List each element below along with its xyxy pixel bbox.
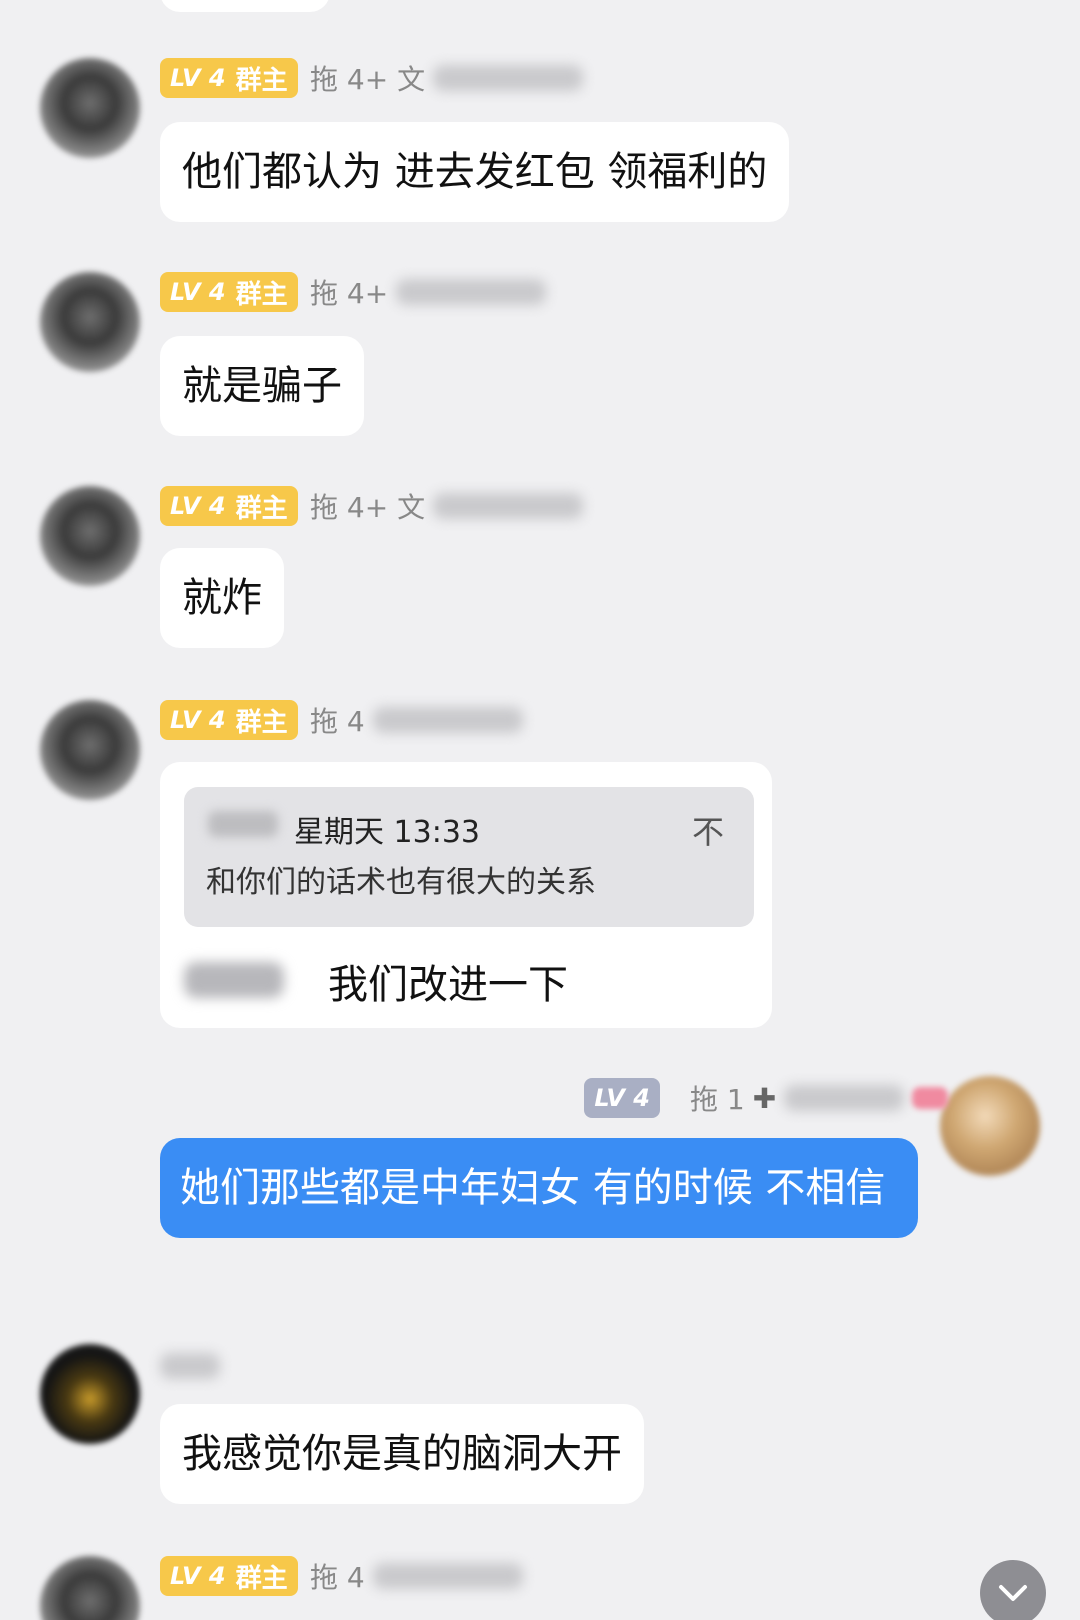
message-text: 他们都认为 进去发红包 领福利的 <box>182 149 768 195</box>
sender-name-text: 拖 4+ 文 <box>310 491 426 524</box>
level-badge: LV 4 群主 <box>160 486 298 526</box>
quoted-message[interactable]: 星期天 13:33 不 和你们的话术也有很大的关系 <box>184 787 754 927</box>
quoted-sender-name <box>208 811 278 837</box>
level-label: LV 4 <box>170 706 226 734</box>
self-avatar[interactable] <box>940 1076 1040 1176</box>
quoted-time: 星期天 13:33 <box>294 815 480 850</box>
role-label: 群主 <box>235 707 288 738</box>
reply-text: 我们改进一下 <box>328 962 568 1008</box>
level-label: LV 4 <box>170 1562 226 1590</box>
sender-name-text: 拖 4 <box>310 1561 365 1594</box>
blurred-name <box>433 493 584 519</box>
self-name-text: 拖 1 <box>690 1083 745 1116</box>
blurred-name <box>784 1085 905 1111</box>
message-text: 她们那些都是中年妇女 有的时候 不相信 <box>180 1165 886 1211</box>
sender-name-text: 拖 4+ 文 <box>310 63 426 96</box>
level-badge: LV 4 群主 <box>160 58 298 98</box>
sender-name: 拖 4+ 文 <box>310 486 584 526</box>
level-label: LV 4 <box>170 64 226 92</box>
sender-avatar[interactable] <box>40 1344 140 1444</box>
message-bubble[interactable]: 就是骗子 <box>160 336 364 436</box>
level-label: LV 4 <box>170 492 226 520</box>
message-text: 就炸 <box>182 575 262 621</box>
plus-icon: ✚ <box>752 1081 777 1115</box>
blurred-name <box>372 1563 523 1589</box>
blurred-name <box>433 65 584 91</box>
message-text: 就是骗子 <box>182 363 342 409</box>
blurred-name <box>396 279 547 305</box>
level-badge: LV 4 群主 <box>160 272 298 312</box>
previous-message-bubble <box>160 0 330 12</box>
sender-avatar[interactable] <box>40 58 140 158</box>
role-label: 群主 <box>235 65 288 96</box>
blurred-name <box>372 707 523 733</box>
blurred-name <box>160 1353 220 1379</box>
level-badge: LV 4 群主 <box>160 1556 298 1596</box>
chevron-down-icon <box>999 1585 1027 1601</box>
level-label: LV 4 <box>594 1084 650 1112</box>
sender-avatar[interactable] <box>40 700 140 800</box>
scroll-to-bottom-button[interactable] <box>980 1560 1046 1620</box>
quote-collapse-icon[interactable]: 不 <box>692 807 724 853</box>
sender-name: 拖 4+ 文 <box>310 58 584 98</box>
message-bubble[interactable]: 他们都认为 进去发红包 领福利的 <box>160 122 790 222</box>
level-badge: LV 4 群主 <box>160 700 298 740</box>
sender-name: 拖 4 <box>310 1556 523 1596</box>
message-bubble[interactable]: 就炸 <box>160 548 284 648</box>
sender-avatar[interactable] <box>40 486 140 586</box>
sender-name-text: 拖 4+ <box>310 277 389 310</box>
reply-mention-name <box>184 962 284 998</box>
sender-name: 拖 4+ <box>310 272 547 312</box>
self-name: 拖 1 ✚ <box>690 1078 949 1118</box>
role-label: 群主 <box>235 1563 288 1594</box>
quoted-text: 和你们的话术也有很大的关系 <box>206 865 596 900</box>
level-label: LV 4 <box>170 278 226 306</box>
self-level-badge: LV 4 <box>584 1078 660 1118</box>
sender-name-text: 拖 4 <box>310 705 365 738</box>
message-text: 我感觉你是真的脑洞大开 <box>182 1431 622 1477</box>
heart-icon <box>912 1087 949 1109</box>
sender-avatar[interactable] <box>40 272 140 372</box>
message-bubble[interactable]: 我感觉你是真的脑洞大开 <box>160 1404 644 1504</box>
role-label: 群主 <box>235 279 288 310</box>
self-message-bubble[interactable]: 她们那些都是中年妇女 有的时候 不相信 <box>160 1138 918 1238</box>
sender-avatar[interactable] <box>40 1556 140 1620</box>
role-label: 群主 <box>235 493 288 524</box>
sender-name: 拖 4 <box>310 700 523 740</box>
sender-name <box>160 1346 220 1386</box>
